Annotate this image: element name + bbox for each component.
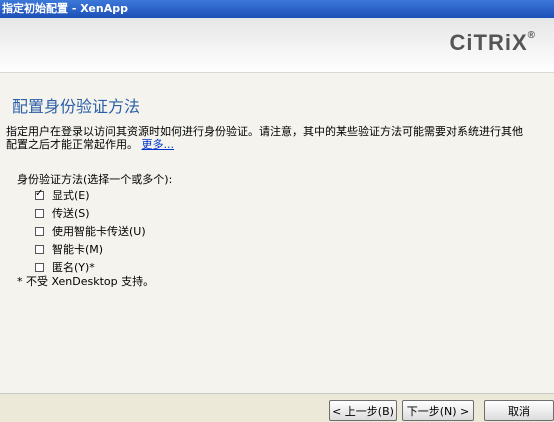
option-label-smartcard: 智能卡(M) [52,243,104,256]
option-passthrough[interactable]: 传送(S) [35,205,146,221]
citrix-logo: CiTRiX® [450,30,537,56]
logo-text: CiTRiX [449,30,528,55]
checkbox-explicit[interactable] [35,188,44,200]
logo-registered-mark: ® [527,30,536,41]
page-title: 配置身份验证方法 [12,97,141,116]
more-link[interactable]: 更多... [142,138,175,151]
option-label-passthrough: 传送(S) [52,207,90,220]
option-smartcard[interactable]: 智能卡(M) [35,241,146,257]
description-text: 指定用户在登录以访问其资源时如何进行身份验证。请注意，其中的某些验证方法可能需要… [6,125,523,151]
content-panel: 配置身份验证方法 指定用户在登录以访问其资源时如何进行身份验证。请注意，其中的某… [0,73,554,393]
checkbox-smartcard-passthrough[interactable] [35,226,44,236]
button-bar: < 上一步(B) 下一步(N) > 取消 [0,393,554,421]
setup-window: 指定初始配置 - XenApp CiTRiX® 配置身份验证方法 指定用户在登录… [0,0,554,421]
footnote: * 不受 XenDesktop 支持。 [17,275,155,288]
cancel-button[interactable]: 取消 [484,400,554,421]
option-explicit[interactable]: 显式(E) [35,187,146,203]
option-label-smartcard-passthrough: 使用智能卡传送(U) [52,225,146,238]
page-description: 指定用户在登录以访问其资源时如何进行身份验证。请注意，其中的某些验证方法可能需要… [6,125,526,151]
option-smartcard-passthrough[interactable]: 使用智能卡传送(U) [35,223,146,239]
checkbox-anonymous[interactable] [35,262,44,272]
auth-options: 显式(E) 传送(S) 使用智能卡传送(U) 智能卡(M) 匿名(Y)* [35,187,146,277]
header-banner: CiTRiX® [0,18,554,73]
back-button[interactable]: < 上一步(B) [329,400,397,421]
window-title: 指定初始配置 - XenApp [0,0,554,18]
checkbox-smartcard[interactable] [35,244,44,254]
next-button[interactable]: 下一步(N) > [402,400,474,421]
option-label-explicit: 显式(E) [52,189,90,202]
auth-methods-label: 身份验证方法(选择一个或多个): [17,173,173,186]
checkbox-passthrough[interactable] [35,208,44,218]
